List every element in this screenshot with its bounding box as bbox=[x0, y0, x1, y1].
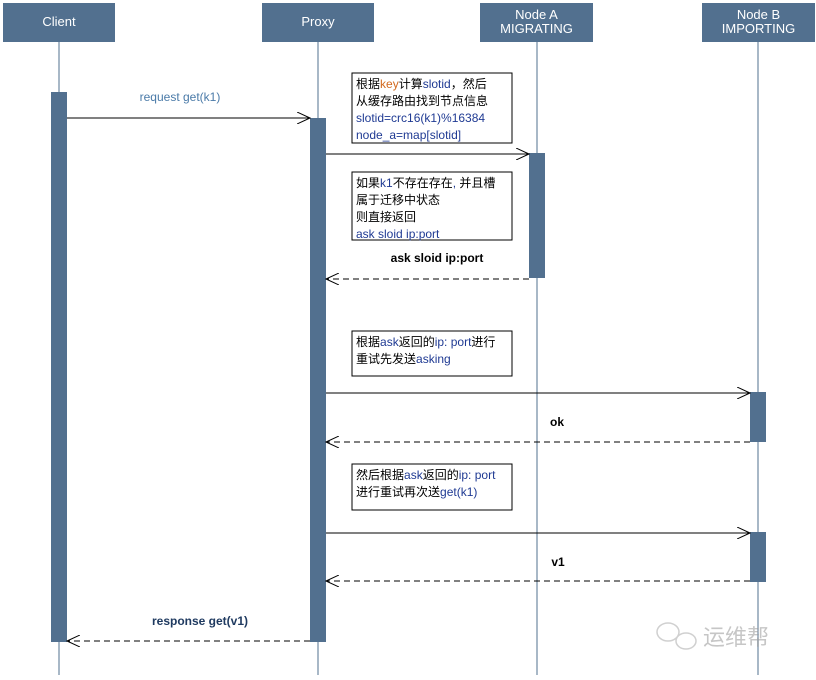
note-line: node_a=map[slotid] bbox=[356, 128, 461, 142]
wechat-icon bbox=[656, 622, 697, 650]
note-line: slotid=crc16(k1)%16384 bbox=[356, 111, 485, 125]
message-label: ok bbox=[550, 415, 564, 429]
note-line: 根据key计算slotid，然后 bbox=[356, 76, 487, 91]
note: 根据key计算slotid，然后从缓存路由找到节点信息 slotid=crc16(… bbox=[351, 72, 513, 144]
note-line: 进行重试再次送get(k1) bbox=[356, 484, 477, 499]
note-line: 属于迁移中状态 bbox=[356, 192, 440, 207]
message-label: v1 bbox=[551, 555, 565, 569]
wechat-watermark: 运维帮 bbox=[656, 622, 769, 650]
client-activation-bar bbox=[51, 92, 67, 642]
node-a-title: Node A bbox=[515, 7, 558, 22]
node-a-activation-bar bbox=[529, 153, 545, 278]
note: 如果k1不存在存在, 并且槽属于迁移中状态则直接返回 ask sloid ip:p… bbox=[351, 171, 513, 241]
note-line: 从缓存路由找到节点信息 bbox=[356, 93, 488, 108]
note-line: 则直接返回 bbox=[356, 209, 416, 224]
message-label: ask sloid ip:port bbox=[391, 251, 484, 265]
node-b-activation-bar bbox=[750, 532, 766, 582]
proxy-activation-bar bbox=[310, 118, 326, 642]
proxy-title: Proxy bbox=[301, 14, 335, 29]
note-line: 如果k1不存在存在, 并且槽 bbox=[356, 175, 495, 190]
node-b-title: Node B bbox=[737, 7, 780, 22]
note-line: 重试先发送asking bbox=[356, 351, 451, 366]
sequence-diagram: Client Proxy Node AMIGRATING Node BIMPORTIN… bbox=[3, 3, 815, 675]
watermark-text: 运维帮 bbox=[703, 625, 769, 650]
note: 然后根据ask返回的ip: port 进行重试再次送get(k1) bbox=[351, 463, 513, 511]
note-line: 根据ask返回的ip: port进行 bbox=[356, 334, 495, 349]
message-label: response get(v1) bbox=[152, 614, 248, 628]
message-label: request get(k1) bbox=[140, 90, 221, 104]
node-b-title: IMPORTING bbox=[722, 21, 795, 36]
note: 根据ask返回的ip: port进行重试先发送asking bbox=[351, 330, 513, 377]
node-a-title: MIGRATING bbox=[500, 21, 573, 36]
note-line: ask sloid ip:port bbox=[356, 227, 440, 241]
client-title: Client bbox=[42, 14, 76, 29]
note-line: 然后根据ask返回的ip: port bbox=[356, 467, 496, 482]
node-b-activation-bar bbox=[750, 392, 766, 442]
